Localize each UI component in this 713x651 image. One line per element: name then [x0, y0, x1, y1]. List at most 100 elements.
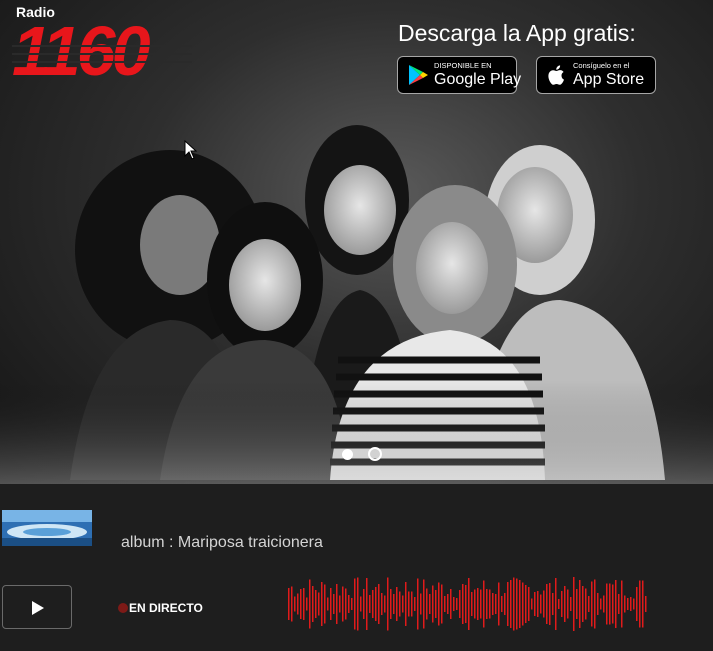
waveform-bar: [501, 596, 503, 612]
waveform-bar: [378, 584, 380, 624]
waveform-bar: [540, 594, 542, 614]
waveform-bar: [330, 588, 332, 620]
waveform-bar: [390, 589, 392, 619]
waveform-bar: [288, 588, 290, 620]
waveform-bar: [324, 584, 326, 624]
waveform-bar: [480, 589, 482, 619]
waveform-bar: [573, 577, 575, 631]
waveform-bar: [423, 579, 425, 629]
waveform-bar: [351, 598, 353, 610]
waveform-bar: [522, 582, 524, 626]
waveform-bar: [459, 590, 461, 618]
waveform-bar: [375, 587, 377, 621]
waveform-bar: [528, 587, 530, 621]
google-play-small-text: DISPONIBLE EN: [434, 61, 492, 70]
waveform-bar: [396, 587, 398, 621]
waveform-bar: [642, 580, 644, 628]
album-thumbnail: [2, 510, 92, 546]
carousel-dot-2[interactable]: [368, 447, 382, 461]
google-play-big-text: Google Play: [434, 71, 522, 88]
waveform-bar: [594, 579, 596, 629]
waveform-bar: [366, 578, 368, 630]
waveform-bar: [474, 589, 476, 619]
play-button[interactable]: [2, 585, 72, 629]
waveform-bar: [294, 596, 296, 612]
waveform-bar: [477, 588, 479, 620]
waveform-bar: [303, 588, 305, 620]
waveform-bar: [627, 598, 629, 610]
waveform-bar: [582, 586, 584, 622]
waveform-bar: [435, 590, 437, 618]
waveform-bar: [411, 591, 413, 617]
waveform-bar: [444, 596, 446, 612]
waveform-bar: [597, 593, 599, 615]
waveform-bar: [420, 593, 422, 615]
mouse-cursor-icon: [184, 140, 198, 160]
carousel-dot-1[interactable]: [342, 449, 353, 460]
waveform-bar: [354, 578, 356, 630]
waveform-bar: [450, 589, 452, 619]
waveform-bar: [645, 596, 647, 612]
app-store-big-text: App Store: [573, 71, 645, 88]
waveform-bar: [534, 592, 536, 616]
waveform-bar: [384, 595, 386, 613]
waveform-bar: [393, 594, 395, 614]
waveform-bar: [591, 581, 593, 627]
waveform-bar: [438, 582, 440, 626]
waveform-bar: [339, 595, 341, 613]
waveform-bar: [633, 598, 635, 610]
hero-banner: Radio 1160 Descarga la App gratis: DISPO…: [0, 0, 713, 484]
waveform-bar: [372, 590, 374, 618]
waveform-bar: [333, 594, 335, 614]
waveform-bar: [315, 590, 317, 618]
waveform-bar: [312, 586, 314, 622]
google-play-button[interactable]: DISPONIBLE EN Google Play: [397, 56, 521, 94]
waveform-bar: [348, 595, 350, 613]
waveform-bar: [426, 588, 428, 620]
waveform-bar: [603, 595, 605, 613]
waveform-bar: [555, 578, 557, 630]
waveform-bar: [636, 587, 638, 621]
waveform-bar: [615, 580, 617, 628]
app-store-small-text: Consíguelo en el: [573, 61, 630, 70]
waveform-bar: [549, 583, 551, 625]
waveform-bar: [630, 597, 632, 611]
live-label: EN DIRECTO: [129, 601, 203, 615]
app-store-button[interactable]: Consíguelo en el App Store: [536, 56, 656, 94]
waveform-bar: [492, 593, 494, 615]
waveform-bar: [519, 580, 521, 628]
waveform-bar: [402, 595, 404, 613]
waveform-bar: [399, 591, 401, 617]
waveform-bar: [300, 589, 302, 619]
waveform-bar: [504, 593, 506, 615]
waveform-bar: [291, 586, 293, 622]
waveform-bar: [408, 591, 410, 617]
google-play-icon: [409, 65, 428, 85]
waveform-bar: [609, 583, 611, 625]
live-dot-icon: [118, 603, 128, 613]
waveform-bar: [561, 591, 563, 617]
app-download-title: Descarga la App gratis:: [398, 20, 636, 46]
waveform-bar: [537, 591, 539, 617]
logo-stripes: [12, 45, 192, 63]
radio-1160-logo[interactable]: Radio 1160: [12, 4, 192, 86]
waveform-bar: [462, 584, 464, 624]
waveform-bar: [486, 589, 488, 619]
apple-icon: [548, 65, 564, 85]
waveform-bar: [336, 584, 338, 624]
waveform-bar: [342, 586, 344, 622]
waveform-bar: [576, 589, 578, 619]
audio-player: album : Mariposa traicionera EN DIRECTO: [0, 484, 713, 651]
waveform-bar: [447, 594, 449, 614]
waveform-bar: [516, 578, 518, 630]
live-indicator: EN DIRECTO: [118, 601, 203, 615]
waveform-bar: [327, 597, 329, 611]
waveform-bar: [453, 597, 455, 611]
waveform-bar: [606, 583, 608, 625]
waveform-bar: [357, 577, 359, 631]
waveform-bar: [381, 593, 383, 615]
waveform-bar: [417, 578, 419, 630]
waveform-bar: [414, 597, 416, 611]
waveform-bar: [618, 594, 620, 614]
waveform-bar: [579, 580, 581, 628]
